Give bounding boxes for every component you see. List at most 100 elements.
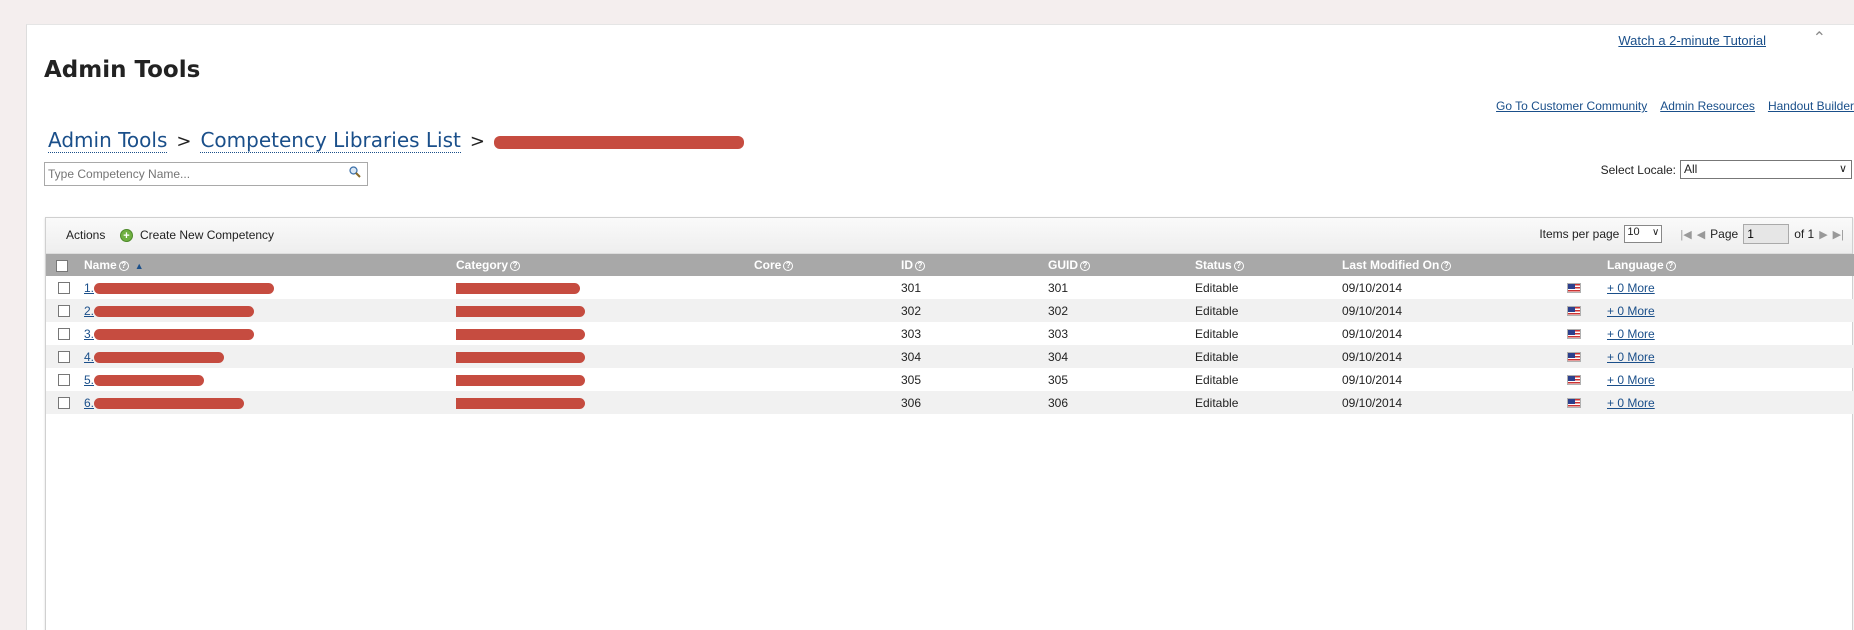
more-languages-link[interactable]: + 0 More	[1607, 304, 1655, 318]
column-header-core[interactable]: Core?	[754, 254, 901, 276]
table-row[interactable]: 5. 305 305 Editable 09/10/2014 + 0 More	[46, 368, 1854, 391]
row-checkbox[interactable]	[58, 305, 70, 318]
competency-name-link[interactable]: 2.	[84, 303, 255, 318]
table-row[interactable]: 2. 302 302 Editable 09/10/2014 + 0 More	[46, 299, 1854, 322]
row-checkbox[interactable]	[58, 328, 70, 341]
us-flag-icon	[1567, 375, 1581, 386]
row-checkbox[interactable]	[58, 282, 70, 295]
us-flag-icon	[1567, 398, 1581, 409]
id-cell: 305	[901, 372, 922, 387]
breadcrumb-competency-libraries[interactable]: Competency Libraries List	[200, 129, 461, 153]
table-row[interactable]: 4. 304 304 Editable 09/10/2014 + 0 More	[46, 345, 1854, 368]
breadcrumb-admin-tools[interactable]: Admin Tools	[48, 129, 168, 153]
customer-community-link[interactable]: Go To Customer Community	[1496, 99, 1647, 113]
us-flag-icon	[1567, 306, 1581, 317]
column-header-last-modified[interactable]: Last Modified On?	[1342, 254, 1567, 276]
last-modified-cell: 09/10/2014	[1342, 372, 1403, 387]
redacted-name	[94, 282, 275, 294]
handout-builder-link[interactable]: Handout Builder	[1768, 99, 1854, 113]
column-header-guid[interactable]: GUID?	[1048, 254, 1195, 276]
prev-page-icon[interactable]: ◀	[1697, 228, 1705, 241]
page-number-input[interactable]	[1743, 224, 1790, 244]
plus-icon: +	[120, 228, 133, 242]
redacted-name	[94, 305, 255, 317]
table-row[interactable]: 6. 306 306 Editable 09/10/2014 + 0 More	[46, 391, 1854, 414]
table-row[interactable]: 3. 303 303 Editable 09/10/2014 + 0 More	[46, 322, 1854, 345]
redacted-name	[94, 374, 205, 386]
more-languages-link[interactable]: + 0 More	[1607, 396, 1655, 410]
locale-value: All	[1684, 162, 1698, 176]
create-competency-label: Create New Competency	[140, 228, 275, 242]
more-languages-link[interactable]: + 0 More	[1607, 373, 1655, 387]
chevron-down-icon: ∨	[1652, 227, 1660, 238]
core-cell	[754, 391, 901, 414]
competency-name-link[interactable]: 5.	[84, 372, 205, 387]
status-cell: Editable	[1195, 326, 1239, 341]
table-header-row: Name? ▲ Category? Core? ID? GUID? Status?…	[46, 254, 1854, 276]
first-page-icon[interactable]: |◀	[1680, 228, 1691, 241]
page-label: Page	[1710, 227, 1739, 241]
competency-table: Name? ▲ Category? Core? ID? GUID? Status?…	[46, 254, 1854, 414]
top-links: Go To Customer Community Admin Resources…	[1496, 99, 1854, 113]
row-checkbox[interactable]	[58, 397, 70, 410]
row-number: 2.	[84, 303, 95, 318]
us-flag-icon	[1567, 283, 1581, 294]
last-modified-cell: 09/10/2014	[1342, 349, 1403, 364]
row-checkbox[interactable]	[58, 374, 70, 387]
row-number: 5.	[84, 372, 95, 387]
core-cell	[754, 276, 901, 299]
more-languages-link[interactable]: + 0 More	[1607, 327, 1655, 341]
status-cell: Editable	[1195, 303, 1239, 318]
guid-cell: 301	[1048, 280, 1069, 295]
search-icon[interactable]	[349, 166, 361, 178]
last-page-icon[interactable]: ▶|	[1833, 228, 1844, 241]
column-header-id[interactable]: ID?	[901, 254, 1048, 276]
items-per-page-select[interactable]: 10 ∨	[1624, 225, 1663, 243]
row-number: 1.	[84, 280, 95, 295]
redacted-name	[94, 328, 255, 340]
row-checkbox[interactable]	[58, 351, 70, 364]
guid-cell: 306	[1048, 395, 1069, 410]
row-number: 3.	[84, 326, 95, 341]
core-cell	[754, 299, 901, 322]
help-icon: ?	[1665, 260, 1676, 271]
column-header-language[interactable]: Language?	[1607, 254, 1854, 276]
redacted-category	[456, 397, 585, 409]
create-competency-button[interactable]: + Create New Competency	[120, 228, 274, 242]
items-per-page-value: 10	[1627, 226, 1640, 238]
page-title: Admin Tools	[44, 57, 201, 83]
chevron-up-icon[interactable]: ⌃	[1813, 28, 1826, 48]
competency-name-link[interactable]: 6.	[84, 396, 245, 410]
guid-cell: 302	[1048, 303, 1069, 318]
breadcrumb: Admin Tools > Competency Libraries List …	[48, 129, 744, 153]
search-input[interactable]	[45, 163, 335, 185]
breadcrumb-separator: >	[176, 130, 192, 152]
select-all-checkbox[interactable]	[56, 259, 68, 272]
redacted-name	[94, 397, 245, 409]
status-cell: Editable	[1195, 280, 1239, 295]
column-header-status[interactable]: Status?	[1195, 254, 1342, 276]
help-icon: ?	[1233, 260, 1244, 271]
last-modified-cell: 09/10/2014	[1342, 303, 1403, 318]
id-cell: 306	[901, 395, 922, 410]
competency-name-link[interactable]: 4.	[84, 350, 225, 364]
more-languages-link[interactable]: + 0 More	[1607, 281, 1655, 295]
redacted-category	[456, 282, 580, 294]
locale-select[interactable]: All ∨	[1680, 160, 1852, 179]
admin-resources-link[interactable]: Admin Resources	[1660, 99, 1755, 113]
competency-name-link[interactable]: 1.	[84, 280, 275, 295]
actions-menu[interactable]: Actions	[66, 228, 105, 242]
us-flag-icon	[1567, 352, 1581, 363]
breadcrumb-separator: >	[469, 130, 485, 152]
next-page-icon[interactable]: ▶	[1819, 228, 1827, 241]
help-icon: ?	[915, 260, 925, 271]
last-modified-cell: 09/10/2014	[1342, 280, 1403, 295]
column-header-category[interactable]: Category?	[456, 254, 754, 276]
table-row[interactable]: 1. 301 301 Editable 09/10/2014 + 0 More	[46, 276, 1854, 299]
id-cell: 301	[901, 280, 922, 295]
tutorial-link[interactable]: Watch a 2-minute Tutorial	[1618, 33, 1766, 48]
competency-name-link[interactable]: 3.	[84, 326, 255, 341]
column-header-name[interactable]: Name? ▲	[84, 254, 456, 276]
more-languages-link[interactable]: + 0 More	[1607, 350, 1655, 364]
guid-cell: 304	[1048, 349, 1069, 364]
